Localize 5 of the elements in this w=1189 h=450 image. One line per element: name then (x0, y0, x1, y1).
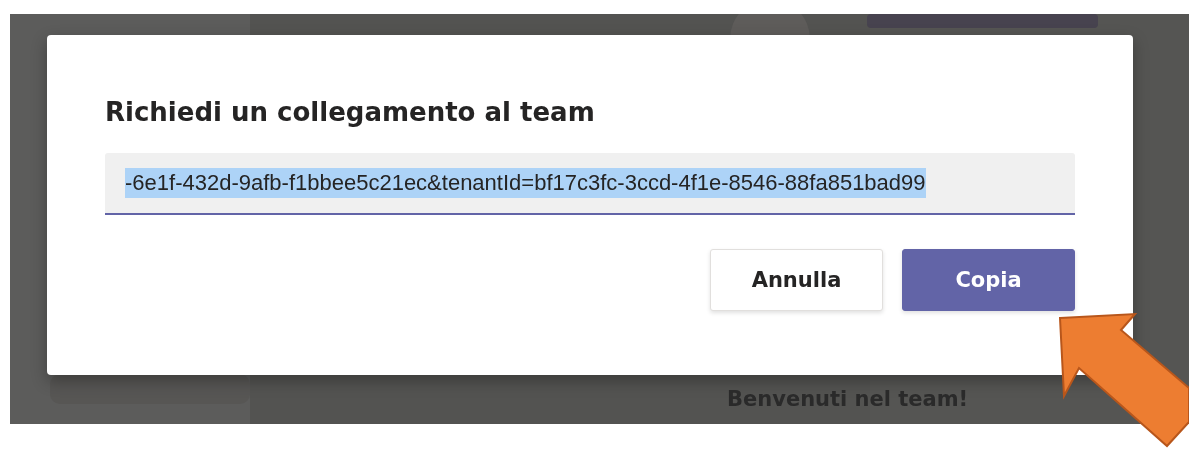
dialog-title: Richiedi un collegamento al team (105, 96, 596, 129)
arrow-icon (1058, 312, 1189, 448)
copy-button[interactable]: Copia (902, 249, 1075, 311)
link-field[interactable]: -6e1f-432d-9afb-f1bbee5c21ec&tenantId=bf17c3fc-3ccd-4f1e-8546-88fa851bad99 (105, 153, 1075, 215)
cancel-button[interactable]: Annulla (710, 249, 883, 311)
